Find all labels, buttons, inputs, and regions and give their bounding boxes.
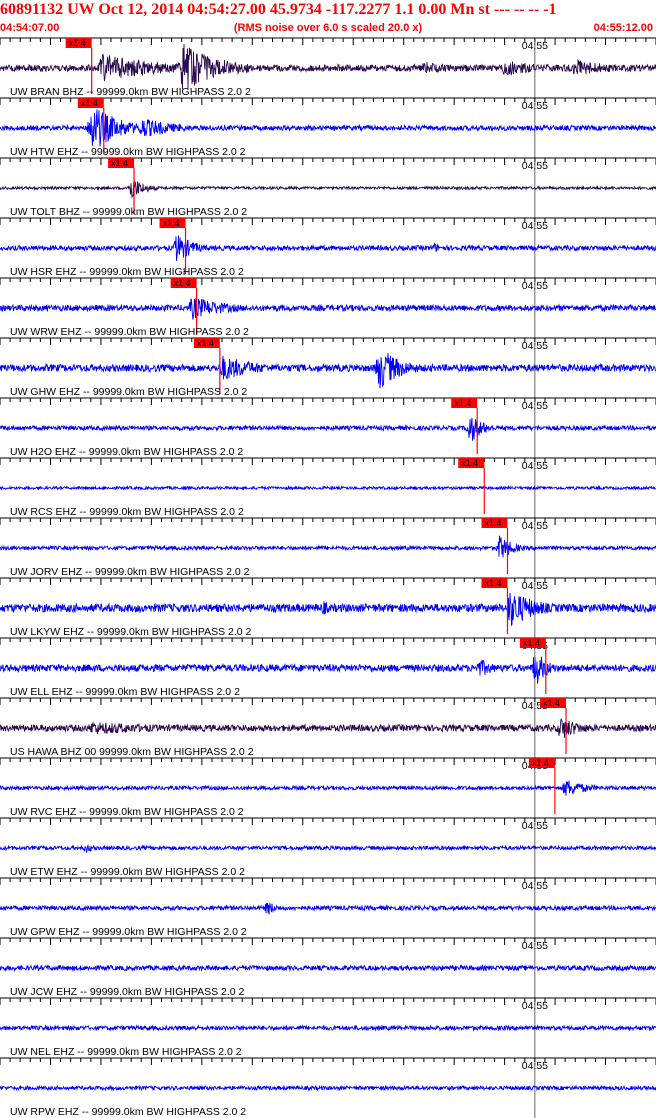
- pick-flag-label: x1.4: [484, 518, 501, 528]
- waveform: [0, 535, 656, 558]
- minute-tick-label: 04:55: [522, 520, 548, 532]
- trace-row: 04:55 x1.4 UW HSR EHZ -- 99999.0km BW HIGH…: [0, 217, 656, 278]
- pick-flag-label: x1.4: [461, 458, 478, 468]
- trace-row: 04:55 x1.4 UW WRW EHZ -- 99999.0km BW HIGH…: [0, 277, 656, 338]
- station-label: UW RCS EHZ -- 99999.0km BW HIGHPASS 2.0 …: [10, 506, 244, 518]
- waveform: [0, 656, 656, 684]
- minute-tick-label: 04:55: [522, 280, 548, 292]
- minute-tick-label: 04:55: [522, 40, 548, 52]
- waveform: [0, 1024, 656, 1032]
- minute-tick-label: 04:55: [522, 460, 548, 472]
- pick-flag-label: x1.4: [197, 338, 214, 348]
- minute-tick-label: 04:55: [522, 940, 548, 952]
- seismogram-panel: 04:55x1.4UW BRAN BHZ -- 99999.0km BW HIG…: [0, 37, 656, 1118]
- station-label: UW ETW EHZ -- 99999.0km BW HIGHPASS 2.0 …: [10, 866, 245, 878]
- waveform: [0, 592, 656, 626]
- station-label: UW LKYW EHZ -- 99999.0km BW HIGHPASS 2.0…: [10, 626, 252, 638]
- minute-tick-label: 04:55: [522, 1060, 548, 1072]
- station-label: UW BRAN BHZ -- 99999.0km BW HIGHPASS 2.0…: [10, 86, 251, 98]
- minute-tick-label: 04:55: [522, 160, 548, 172]
- waveform: [0, 902, 656, 915]
- station-label: UW NEL EHZ -- 99999.0km BW HIGHPASS 2.0 …: [10, 1046, 242, 1058]
- waveform: [0, 484, 656, 492]
- station-label: UW JORV EHZ -- 99999.0km BW HIGHPASS 2.0…: [10, 566, 250, 578]
- minute-tick-label: 04:55: [522, 100, 548, 112]
- station-label: UW RPW EHZ -- 99999.0km BW HIGHPASS 2.0 …: [10, 1106, 246, 1118]
- waveform: [0, 235, 656, 261]
- station-label: UW TOLT BHZ -- 99999.0km BW HIGHPASS 2.0…: [10, 206, 247, 218]
- trace-row: 04:55 UW JCW EHZ -- 99999.0km BW HIGHPASS…: [0, 937, 656, 998]
- station-label: US HAWA BHZ 00 99999.0km BW HIGHPASS 2.0…: [10, 746, 254, 758]
- pick-flag-label: x1.4: [454, 398, 471, 408]
- station-label: UW GPW EHZ -- 99999.0km BW HIGHPASS 2.0 …: [10, 926, 247, 938]
- station-label: UW HTW EHZ -- 99999.0km BW HIGHPASS 2.0 …: [10, 146, 246, 158]
- pick-flag-label: x1.4: [174, 278, 191, 288]
- trace-row: 04:55 x1.4 UW RCS EHZ -- 99999.0km BW HIGH…: [0, 457, 656, 518]
- waveform: [0, 963, 656, 973]
- trace-row: 04:55x1.4US HAWA BHZ 00 99999.0km BW HIG…: [0, 697, 656, 758]
- minute-tick-label: 04:55: [522, 340, 548, 352]
- pick-flag-label: x1.4: [532, 758, 549, 768]
- trace-row: 04:55 UW RPW EHZ -- 99999.0km BW HIGHPASS…: [0, 1057, 656, 1118]
- waveform: [0, 417, 656, 441]
- trace-row: 04:55 x1.4 UW JORV EHZ -- 99999.0km BW HIG…: [0, 517, 656, 578]
- waveform: [0, 180, 656, 199]
- pick-flag-label: x1.4: [484, 578, 501, 588]
- station-label: UW GHW EHZ -- 99999.0km BW HIGHPASS 2.0 …: [10, 386, 247, 398]
- pick-flag-label: x1.4: [69, 38, 86, 48]
- trace-row: 04:55 x1.4 UW LKYW EHZ -- 99999.0km BW HIG…: [0, 577, 656, 638]
- station-label: UW WRW EHZ -- 99999.0km BW HIGHPASS 2.0 …: [10, 326, 249, 338]
- waveform: [0, 718, 656, 738]
- trace-row: 04:55 UW ETW EHZ -- 99999.0km BW HIGHPASS…: [0, 817, 656, 878]
- trace-row: 04:55 UW NEL EHZ -- 99999.0km BW HIGHPASS…: [0, 997, 656, 1058]
- pick-flag-label: x1.4: [163, 218, 180, 228]
- minute-tick-label: 04:55: [522, 220, 548, 232]
- trace-row: 04:55 x1.4 UW BRAN BHZ -- 99999.0km BW HIG…: [0, 37, 656, 98]
- pick-flag-label: x1.4: [81, 98, 98, 108]
- minute-tick-label: 04:55: [522, 1000, 548, 1012]
- trace-row: 04:55 x1.4 UW TOLT BHZ -- 99999.0km BW HIG…: [0, 157, 656, 218]
- trace-row: 04:55 x1.4 UW H2O EHZ -- 99999.0km BW HIGH…: [0, 397, 656, 458]
- pick-flag-label: x1.4: [111, 158, 128, 168]
- pick-flag-label: x1.4: [543, 698, 560, 708]
- station-label: UW H2O EHZ -- 99999.0km BW HIGHPASS 2.0 …: [10, 446, 243, 458]
- trace-row: 04:55 UW GPW EHZ -- 99999.0km BW HIGHPASS…: [0, 877, 656, 938]
- waveform: [0, 1084, 656, 1092]
- trace-row: 04:55 x1.4 UW HTW EHZ -- 99999.0km BW HIGH…: [0, 97, 656, 158]
- minute-tick-label: 04:55: [522, 580, 548, 592]
- trace-row: 04:55x1.4UW ELL EHZ -- 99999.0km BW HIGH…: [0, 637, 656, 698]
- station-label: UW HSR EHZ -- 99999.0km BW HIGHPASS 2.0 …: [10, 266, 244, 278]
- waveform: [0, 109, 656, 147]
- trace-row: 04:55x1.4UW RVC EHZ -- 99999.0km BW HIGH…: [0, 757, 656, 818]
- waveform: [0, 43, 656, 90]
- waveform: [0, 843, 656, 853]
- station-label: UW JCW EHZ -- 99999.0km BW HIGHPASS 2.0 …: [10, 986, 245, 998]
- waveform: [0, 353, 656, 389]
- station-label: UW RVC EHZ -- 99999.0km BW HIGHPASS 2.0 …: [10, 806, 244, 818]
- minute-tick-label: 04:55: [522, 880, 548, 892]
- minute-tick-label: 04:55: [522, 400, 548, 412]
- minute-tick-label: 04:55: [522, 820, 548, 832]
- waveform: [0, 297, 656, 320]
- station-label: UW ELL EHZ -- 99999.0km BW HIGHPASS 2.0 …: [10, 686, 240, 698]
- pick-flag-label: x1.4: [523, 638, 540, 648]
- trace-row: 04:55 x1.4 UW GHW EHZ -- 99999.0km BW HIGH…: [0, 337, 656, 398]
- waveform: [0, 780, 656, 796]
